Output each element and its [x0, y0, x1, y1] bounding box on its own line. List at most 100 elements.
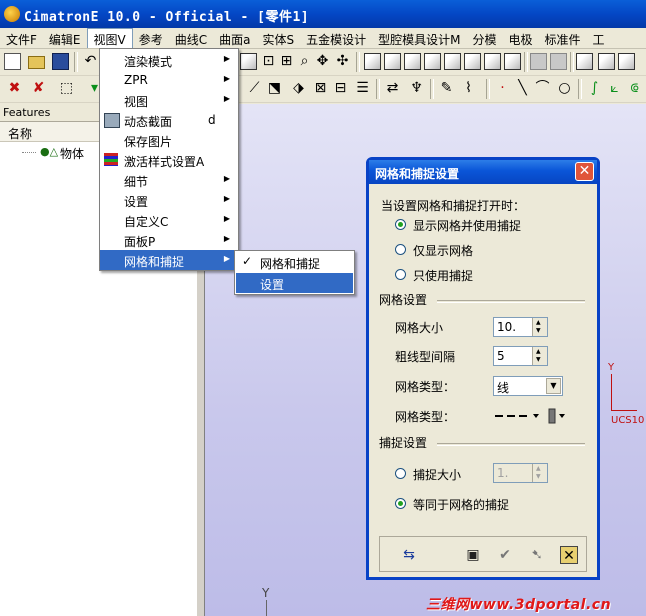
radio-snap-size[interactable]: [395, 468, 406, 479]
spin-up-icon[interactable]: ▲: [536, 320, 541, 326]
grid-size-value[interactable]: 10.: [497, 320, 516, 334]
pattern-icon[interactable]: ⊠: [312, 80, 329, 97]
curve-tool-icon[interactable]: ⟋: [246, 80, 263, 97]
zoom-icon[interactable]: ⌕: [296, 53, 313, 70]
menu-mold-design[interactable]: 型腔模具设计M: [372, 29, 466, 48]
zoom-window-icon[interactable]: ⊡: [260, 53, 277, 70]
menu-curve[interactable]: 曲线C: [169, 29, 213, 48]
menu-item-render-mode[interactable]: 渲染模式 ▶: [100, 50, 236, 70]
chevron-down-icon[interactable]: ▼: [546, 378, 561, 394]
thick-line-interval-value[interactable]: 5: [497, 349, 505, 363]
menu-parting[interactable]: 分模: [466, 29, 502, 48]
view-front-icon[interactable]: [364, 53, 381, 70]
radio-label-show-grid-use-snap[interactable]: 显示网格并使用捕捉: [413, 217, 521, 234]
view-left-icon[interactable]: [404, 53, 421, 70]
menu-item-grid-snap[interactable]: 网格和捕捉 ▶: [100, 250, 236, 270]
new-file-icon[interactable]: [4, 53, 21, 70]
view-cube-icon[interactable]: [240, 53, 257, 70]
radio-label-use-snap-only[interactable]: 只使用捕捉: [413, 267, 473, 284]
menu-edit[interactable]: 编辑E: [43, 29, 87, 48]
measure-icon[interactable]: ♆: [408, 80, 425, 97]
zoom-area-icon[interactable]: ⊞: [278, 53, 295, 70]
menu-solid[interactable]: 实体S: [256, 29, 300, 48]
menu-electrode[interactable]: 电极: [503, 29, 539, 48]
chamfer-icon[interactable]: ⟀: [606, 80, 623, 97]
grid-type-select[interactable]: 线 ▼: [493, 376, 563, 396]
spin-up-icon[interactable]: ▲: [536, 466, 541, 472]
shaded-icon[interactable]: [576, 53, 593, 70]
menu-item-view[interactable]: 视图 ▶: [100, 90, 236, 110]
view-right-icon[interactable]: [424, 53, 441, 70]
cancel-select-icon[interactable]: ✘: [30, 80, 47, 97]
menu-item-panel[interactable]: 面板P ▶: [100, 230, 236, 250]
open-folder-icon[interactable]: [28, 56, 45, 69]
menu-item-zpr[interactable]: ZPR ▶: [100, 70, 236, 90]
line-style-selector[interactable]: [493, 406, 573, 426]
snap-equal-grid-label[interactable]: 等同于网格的捕捉: [413, 496, 509, 513]
transform-icon[interactable]: ⇄: [384, 80, 401, 97]
pan-icon[interactable]: ✥: [314, 53, 331, 70]
fillet-icon[interactable]: ⟃: [626, 80, 643, 97]
menu-item-customize[interactable]: 自定义C ▶: [100, 210, 236, 230]
radio-label-show-grid-only[interactable]: 仅显示网格: [413, 242, 473, 259]
view-top-icon[interactable]: [444, 53, 461, 70]
menu-item-dynamic-section[interactable]: 动态截面 d: [100, 110, 236, 130]
thick-line-interval-spinner[interactable]: 5 ▲ ▼: [493, 346, 548, 366]
wireframe-icon[interactable]: [598, 53, 615, 70]
pattern2-icon[interactable]: ⊟: [332, 80, 349, 97]
spin-down-icon[interactable]: ▼: [536, 357, 541, 363]
rotate-icon[interactable]: ✣: [334, 53, 351, 70]
view-bottom-icon[interactable]: [464, 53, 481, 70]
view-dimetric-icon[interactable]: [504, 53, 521, 70]
spin-up-icon[interactable]: ▲: [536, 349, 541, 355]
spline-icon[interactable]: ∫: [586, 80, 603, 97]
spin-down-icon[interactable]: ▼: [536, 474, 541, 480]
list-icon[interactable]: ☰: [354, 80, 371, 97]
radio-snap-equal-grid[interactable]: [395, 498, 406, 509]
close-button[interactable]: ✕: [575, 162, 594, 181]
cancel-exit-icon[interactable]: ✕: [560, 546, 578, 564]
point-icon[interactable]: ·: [494, 80, 511, 97]
offset-icon[interactable]: ⬗: [290, 80, 307, 97]
submenu-item-grid-snap[interactable]: ✓ 网格和捕捉: [236, 252, 353, 272]
menu-item-activate-style[interactable]: 激活样式设置A: [100, 150, 236, 170]
sketch-icon[interactable]: ✎: [438, 80, 455, 97]
menu-item-detail[interactable]: 细节 ▶: [100, 170, 236, 190]
menu-die-design[interactable]: 五金模设计: [300, 29, 372, 48]
save-icon[interactable]: [52, 53, 69, 70]
view-iso-icon[interactable]: [484, 53, 501, 70]
ok-checkmark-icon[interactable]: ✔: [496, 546, 514, 564]
snap-size-spinner[interactable]: 1. ▲ ▼: [493, 463, 548, 483]
radio-use-snap-only[interactable]: [395, 269, 406, 280]
save-icon[interactable]: ▣: [464, 546, 482, 564]
menu-item-save-image[interactable]: 保存图片: [100, 130, 236, 150]
circle-icon[interactable]: ○: [556, 80, 573, 97]
sketch2-icon[interactable]: ⌇: [460, 80, 477, 97]
line-icon[interactable]: ╲: [514, 80, 531, 97]
radio-show-grid-only[interactable]: [395, 244, 406, 255]
snap-size-label[interactable]: 捕捉大小: [413, 466, 461, 483]
grid-size-spinner[interactable]: 10. ▲ ▼: [493, 317, 548, 337]
submenu-item-settings[interactable]: 设置: [236, 273, 353, 293]
menu-surface[interactable]: 曲面a: [213, 29, 256, 48]
display-mode-icon[interactable]: [618, 53, 635, 70]
undo-icon[interactable]: ↶: [82, 53, 99, 70]
swap-icon[interactable]: ⇆: [400, 546, 418, 564]
menu-file[interactable]: 文件F: [0, 29, 43, 48]
view-back-icon[interactable]: [384, 53, 401, 70]
spin-down-icon[interactable]: ▼: [536, 328, 541, 334]
menu-reference[interactable]: 参考: [133, 29, 169, 48]
camera-icon[interactable]: [550, 53, 567, 70]
project-icon[interactable]: ⬔: [266, 80, 283, 97]
menu-tools[interactable]: 工: [587, 29, 611, 48]
radio-show-grid-use-snap[interactable]: [395, 219, 406, 230]
dialog-title-bar[interactable]: 网格和捕捉设置 ✕: [369, 160, 597, 184]
apply-icon[interactable]: ➷: [528, 546, 546, 564]
arc-icon[interactable]: ⌒: [534, 80, 551, 97]
menu-standard-parts[interactable]: 标准件: [539, 29, 587, 48]
menu-view[interactable]: 视图V: [86, 28, 133, 48]
delete-icon[interactable]: ✖: [6, 80, 23, 97]
render-settings-icon[interactable]: [530, 53, 547, 70]
select-box-icon[interactable]: ⬚: [58, 80, 75, 97]
menu-item-settings[interactable]: 设置 ▶: [100, 190, 236, 210]
